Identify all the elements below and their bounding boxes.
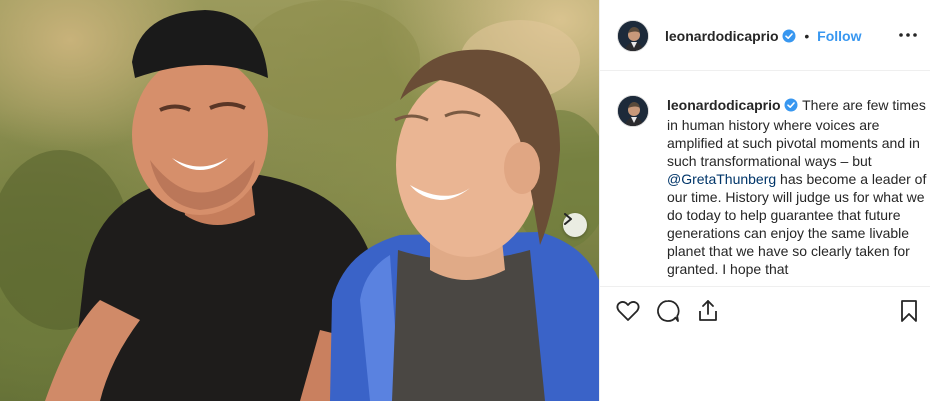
more-options-icon: [899, 33, 917, 37]
header-user-line: leonardodicaprio • Follow: [665, 28, 861, 46]
verified-badge-icon: [782, 29, 796, 46]
action-bar: [600, 286, 930, 337]
caption-avatar-image: [618, 96, 648, 126]
heart-icon: [616, 301, 640, 321]
post-header: leonardodicaprio • Follow: [600, 0, 930, 71]
avatar-image: [618, 21, 648, 51]
comments-area: leonardodicaprio There are few times in …: [600, 72, 930, 285]
verified-badge-icon: [784, 98, 798, 116]
carousel-next-button[interactable]: [563, 213, 587, 237]
like-button[interactable]: [614, 297, 642, 325]
share-button[interactable]: [694, 297, 722, 325]
post-caption: leonardodicaprio There are few times in …: [667, 96, 927, 278]
caption-mention-link[interactable]: @GretaThunberg: [667, 171, 776, 187]
post-photo[interactable]: [0, 0, 599, 401]
comment-icon: [657, 300, 680, 322]
header-separator: •: [804, 28, 810, 44]
post-photo-illustration: [0, 0, 599, 401]
caption-avatar[interactable]: [617, 95, 649, 127]
avatar[interactable]: [617, 20, 649, 52]
save-button[interactable]: [895, 297, 923, 325]
more-options-button[interactable]: [896, 26, 920, 44]
follow-button[interactable]: Follow: [817, 28, 861, 44]
post-side-panel: leonardodicaprio • Follow leonardodicapr…: [599, 0, 930, 401]
comment-button[interactable]: [654, 297, 682, 325]
bookmark-icon: [901, 300, 917, 322]
chevron-right-icon: [564, 213, 572, 225]
caption-username[interactable]: leonardodicaprio: [667, 97, 781, 113]
share-icon: [699, 300, 717, 321]
header-username[interactable]: leonardodicaprio: [665, 28, 779, 44]
